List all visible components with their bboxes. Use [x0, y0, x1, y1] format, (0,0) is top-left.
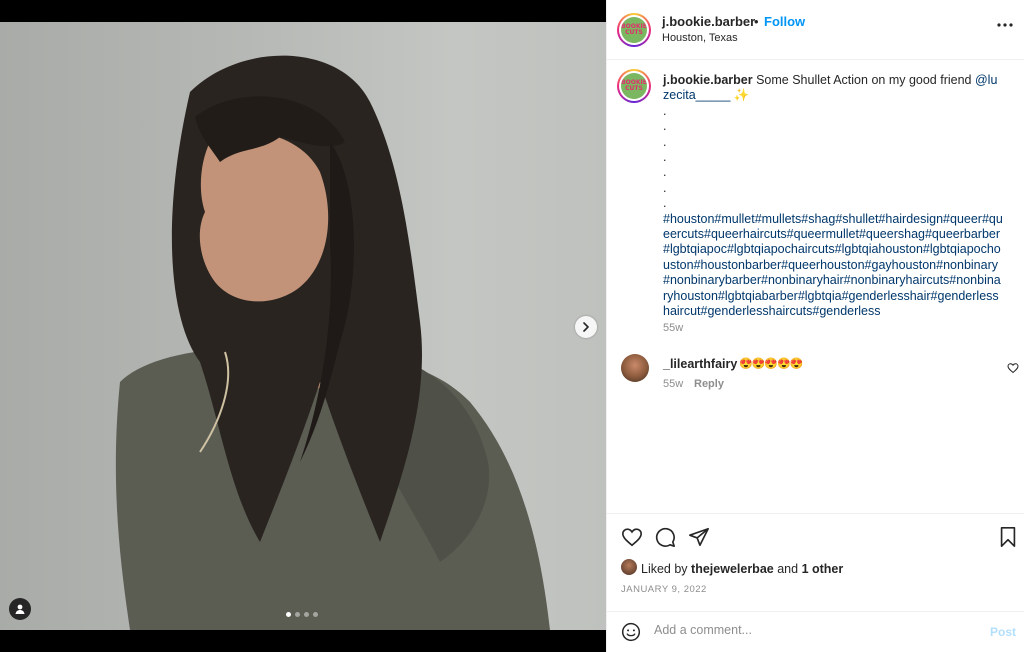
carousel-dot — [313, 612, 318, 617]
carousel-next-button[interactable] — [575, 316, 597, 338]
avatar-logo-text: BOOKIE CUTS — [621, 79, 647, 92]
commenter-username[interactable]: _lilearthfairy — [663, 357, 737, 371]
post-media-panel — [0, 0, 606, 652]
header-separator: • — [754, 14, 759, 29]
caption-bullet: . — [663, 134, 667, 149]
author-avatar[interactable]: BOOKIE CUTS — [617, 13, 651, 47]
liked-by-prefix: Liked by — [641, 562, 688, 576]
caption-hashtags[interactable]: #houston#mullet#mullets#shag#shullet#hai… — [663, 212, 1003, 318]
tagged-users-button[interactable] — [9, 598, 31, 620]
chevron-right-icon — [583, 322, 589, 332]
share-paper-plane-icon[interactable] — [688, 526, 710, 548]
carousel-indicator — [286, 612, 318, 617]
follow-button[interactable]: Follow — [764, 14, 805, 29]
carousel-dot — [286, 612, 291, 617]
liker-username[interactable]: thejewelerbae — [691, 562, 774, 576]
save-bookmark-icon[interactable] — [998, 526, 1018, 548]
avatar-logo-text: BOOKIE CUTS — [621, 23, 647, 36]
post-photo[interactable] — [0, 22, 606, 630]
liker-avatar[interactable] — [621, 559, 637, 575]
comment-timestamp[interactable]: 55w — [663, 378, 683, 390]
user-icon — [15, 604, 25, 614]
comment-bubble-icon[interactable] — [654, 526, 676, 548]
carousel-dot — [304, 612, 309, 617]
other-likers-link[interactable]: 1 other — [802, 562, 844, 576]
post-comment-button[interactable]: Post — [990, 625, 1016, 639]
post-photo-illustration — [115, 55, 551, 630]
comment-like-heart-icon[interactable] — [1007, 362, 1019, 374]
caption-bullet: . — [663, 196, 667, 211]
caption-text: j.bookie.barber Some Shullet Action on m… — [663, 73, 1003, 319]
liked-and: and — [777, 562, 799, 576]
post-location[interactable]: Houston, Texas — [662, 32, 738, 44]
post-side-panel: BOOKIE CUTS j.bookie.barber • Follow Hou… — [606, 0, 1024, 652]
post-header: BOOKIE CUTS j.bookie.barber • Follow Hou… — [607, 0, 1024, 60]
add-comment-bar: Post — [607, 611, 1024, 652]
comment-reply-button[interactable]: Reply — [694, 378, 724, 390]
more-options-icon[interactable] — [997, 22, 1013, 28]
carousel-dot — [295, 612, 300, 617]
caption-bullet: . — [663, 119, 667, 134]
author-username[interactable]: j.bookie.barber — [662, 14, 755, 29]
commenter-avatar[interactable] — [621, 354, 649, 382]
post-actions: Liked by thejewelerbae and 1 other JANUA… — [607, 513, 1024, 611]
post-date[interactable]: JANUARY 9, 2022 — [621, 584, 707, 595]
caption-bullet: . — [663, 165, 667, 180]
like-heart-icon[interactable] — [621, 526, 643, 548]
sparkle-emoji: ✨ — [733, 88, 750, 103]
caption-timestamp[interactable]: 55w — [663, 322, 683, 334]
caption-bullet: . — [663, 180, 667, 195]
caption-and-comments: BOOKIE CUTS j.bookie.barber Some Shullet… — [607, 61, 1024, 513]
likes-summary: Liked by thejewelerbae and 1 other — [641, 562, 843, 576]
caption-author-avatar[interactable]: BOOKIE CUTS — [617, 69, 651, 103]
caption-bullet: . — [663, 103, 667, 118]
comment-text: 😍😍😍😍😍 — [739, 358, 803, 370]
emoji-smiley-icon[interactable] — [621, 622, 641, 642]
caption-bullet: . — [663, 149, 667, 164]
add-comment-input[interactable] — [654, 623, 974, 637]
caption-body: Some Shullet Action on my good friend — [756, 73, 972, 87]
caption-username[interactable]: j.bookie.barber — [663, 73, 753, 87]
